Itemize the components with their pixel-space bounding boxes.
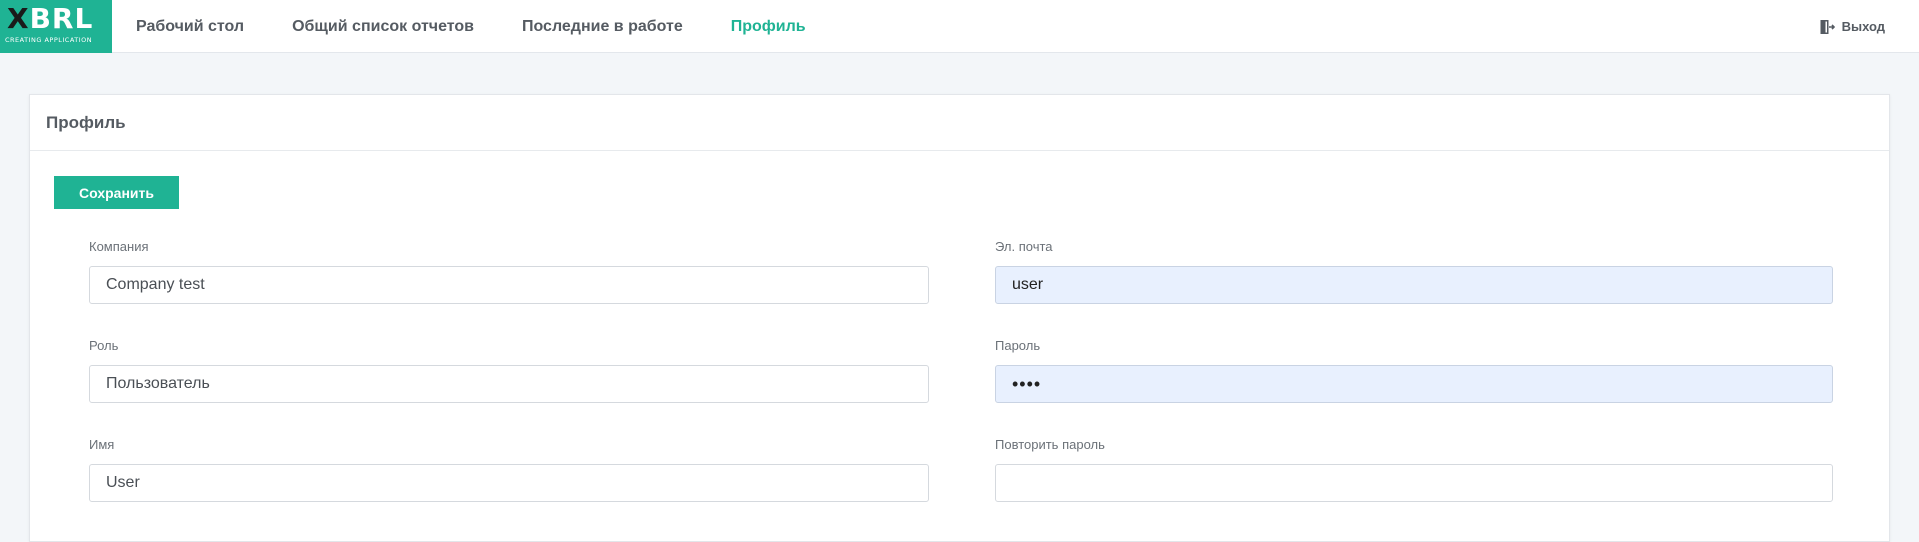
nav-item-recent-work[interactable]: Последние в работе [522,18,683,36]
profile-panel: Профиль Сохранить Компания Роль Имя Эл. … [29,94,1890,542]
xbrl-logo[interactable]: XBRL CREATING APPLICATION [0,0,112,53]
name-field: Имя [89,436,929,502]
save-button[interactable]: Сохранить [54,176,179,209]
password-repeat-field: Повторить пароль [995,436,1833,502]
email-label: Эл. почта [995,239,1053,254]
panel-header: Профиль [30,95,1889,151]
logo-text: XBRL [7,4,93,34]
password-input[interactable] [995,365,1833,403]
main-nav: Рабочий стол Общий список отчетов Послед… [136,0,854,53]
company-input[interactable] [89,266,929,304]
password-repeat-input[interactable] [995,464,1833,502]
top-navigation-bar: XBRL CREATING APPLICATION Рабочий стол О… [0,0,1919,53]
company-field: Компания [89,238,929,304]
role-label: Роль [89,338,119,353]
password-field: Пароль [995,337,1833,403]
logo-tagline: CREATING APPLICATION [5,36,93,44]
nav-item-desktop[interactable]: Рабочий стол [136,18,244,36]
nav-item-reports-list[interactable]: Общий список отчетов [292,18,474,36]
company-label: Компания [89,239,149,254]
email-input[interactable] [995,266,1833,304]
logout-label: Выход [1841,19,1885,34]
logo-brl: BRL [29,2,94,35]
email-field: Эл. почта [995,238,1833,304]
nav-item-profile[interactable]: Профиль [731,18,806,36]
password-label: Пароль [995,338,1041,353]
name-label: Имя [89,437,115,452]
password-repeat-label: Повторить пароль [995,437,1105,452]
role-field: Роль [89,337,929,403]
role-input[interactable] [89,365,929,403]
logo-x: X [7,2,30,35]
logout-button[interactable]: Выход [1819,0,1885,53]
logout-icon [1820,19,1835,34]
name-input[interactable] [89,464,929,502]
panel-title: Профиль [46,112,126,132]
